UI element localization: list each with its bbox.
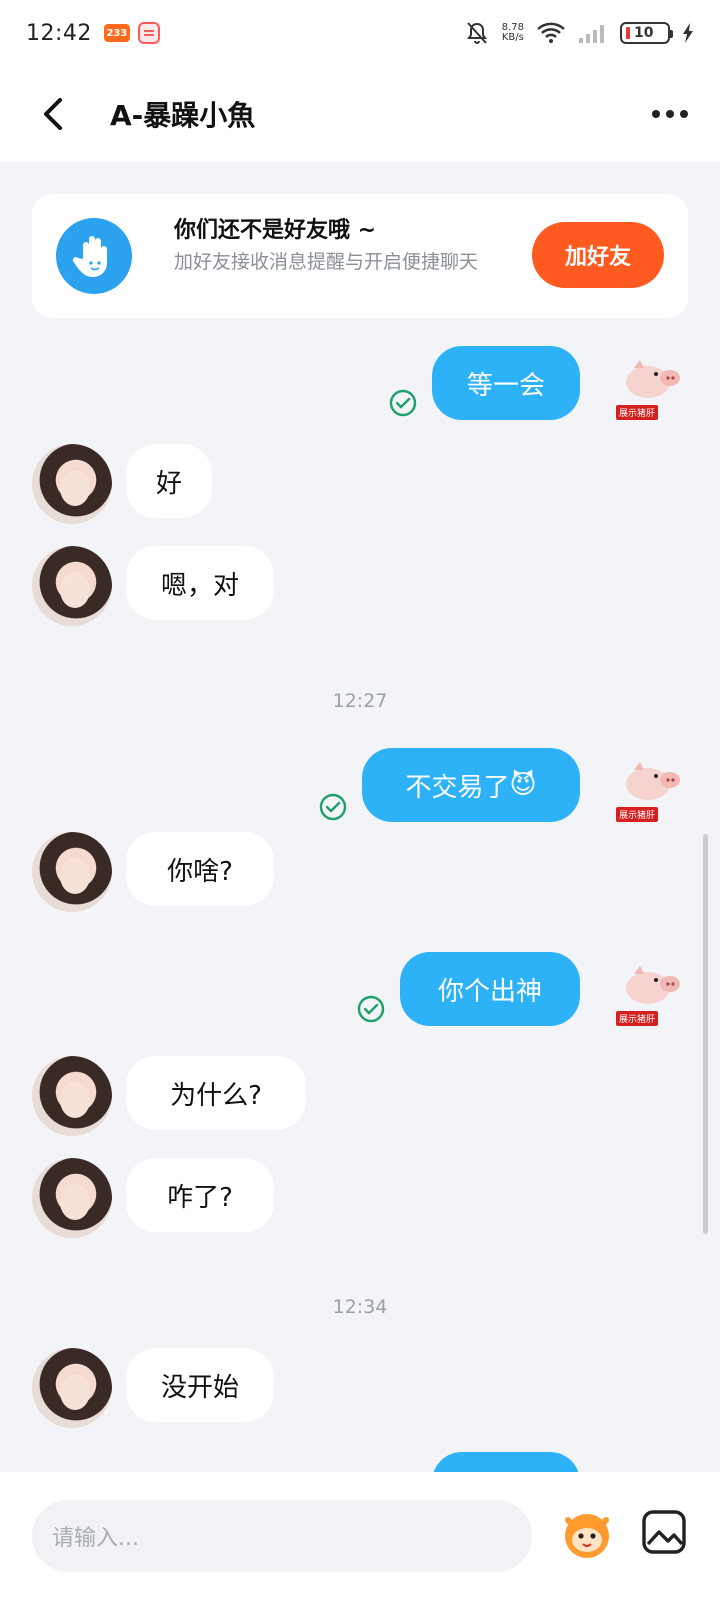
- status-right: 8.78 KB/s 10: [464, 20, 694, 46]
- app-badge-icon: 233: [103, 24, 130, 42]
- back-button[interactable]: [32, 90, 80, 138]
- mute-bell-icon: [466, 22, 487, 44]
- chat-header: A-暴躁小魚: [0, 66, 720, 162]
- message-text: 你个出神: [437, 976, 542, 1007]
- network-speed: 8.78 KB/s: [502, 23, 524, 43]
- more-dot-icon: [680, 110, 688, 118]
- chat-title: A-暴躁小魚: [110, 99, 256, 132]
- message-text: 好: [155, 468, 182, 499]
- pig-avatar-icon: [626, 762, 680, 800]
- sent-check-icon: [389, 389, 417, 417]
- sticker-label: 展示猪肝: [616, 807, 659, 822]
- contact-avatar[interactable]: [32, 832, 112, 912]
- message-bubble-out[interactable]: 不交易了 😈: [362, 748, 580, 822]
- message-bubble-in[interactable]: 嗯，对: [126, 546, 274, 620]
- more-options-button[interactable]: [646, 94, 694, 134]
- friend-card-title: 你们还不是好友哦 ~: [174, 218, 377, 243]
- pig-sticker-avatar[interactable]: 展示猪肝: [612, 754, 688, 824]
- message-bubble-in[interactable]: 咋了?: [126, 1158, 274, 1232]
- message-text: 等一会: [466, 370, 545, 401]
- image-icon: [642, 1510, 686, 1554]
- message-text: 没开始: [160, 1372, 239, 1403]
- message-bubble-in[interactable]: 好: [126, 444, 212, 518]
- calendar-icon: [137, 22, 160, 44]
- image-picker-button[interactable]: [638, 1506, 690, 1558]
- message-timestamp: 12:34: [332, 1296, 388, 1318]
- contact-avatar[interactable]: [32, 1348, 112, 1428]
- status-bar: 12:42 233 8.78 KB/s 10: [0, 0, 720, 66]
- sent-check-icon: [319, 793, 347, 821]
- signal-icon: [579, 25, 604, 43]
- message-input[interactable]: 请输入...: [32, 1500, 532, 1572]
- contact-avatar[interactable]: [32, 1056, 112, 1136]
- speed-unit: KB/s: [501, 32, 524, 43]
- status-time: 12:42: [26, 20, 92, 46]
- message-bubble-in[interactable]: 为什么?: [126, 1056, 306, 1130]
- friend-request-card: 你们还不是好友哦 ~ 加好友接收消息提醒与开启便捷聊天 加好友: [32, 194, 688, 318]
- battery-indicator: 10: [620, 22, 673, 44]
- message-text: 嗯，对: [160, 570, 239, 601]
- message-timestamp: 12:27: [332, 690, 388, 712]
- sticker-label: 展示猪肝: [616, 1011, 659, 1026]
- message-text: 你啥?: [167, 856, 233, 887]
- battery-level: 10: [634, 25, 654, 41]
- message-text: 不交易了: [405, 772, 510, 803]
- scrollbar[interactable]: [703, 834, 708, 1234]
- mascot-icon: [565, 1514, 609, 1558]
- chevron-left-icon: [44, 98, 62, 130]
- message-bubble-in[interactable]: 没开始: [126, 1348, 274, 1422]
- sticker-label: 展示猪肝: [616, 405, 659, 420]
- message-bubble-out[interactable]: 你个出神: [400, 952, 580, 1026]
- sent-check-icon: [357, 995, 385, 1023]
- add-friend-button[interactable]: 加好友: [532, 222, 664, 288]
- more-dot-icon: [652, 110, 660, 118]
- message-text: 为什么?: [170, 1080, 262, 1111]
- message-text: 咋了?: [167, 1182, 233, 1213]
- devil-emoji: 😈: [509, 770, 537, 800]
- pig-sticker-avatar[interactable]: 展示猪肝: [612, 352, 688, 422]
- charging-icon: [683, 23, 693, 43]
- sticker-button[interactable]: [556, 1502, 618, 1564]
- wifi-icon: [537, 22, 565, 43]
- pig-sticker-avatar[interactable]: 展示猪肝: [612, 958, 688, 1028]
- hand-wave-icon: [56, 218, 132, 294]
- contact-avatar[interactable]: [32, 444, 112, 524]
- message-bubble-in[interactable]: 你啥?: [126, 832, 274, 906]
- pig-avatar-icon: [626, 966, 680, 1004]
- pig-avatar-icon: [626, 360, 680, 398]
- contact-avatar[interactable]: [32, 546, 112, 626]
- more-dot-icon: [666, 110, 674, 118]
- message-bubble-out[interactable]: 等一会: [432, 346, 580, 420]
- friend-card-subtitle: 加好友接收消息提醒与开启便捷聊天: [174, 251, 479, 273]
- contact-avatar[interactable]: [32, 1158, 112, 1238]
- input-bar: 请输入...: [0, 1472, 720, 1600]
